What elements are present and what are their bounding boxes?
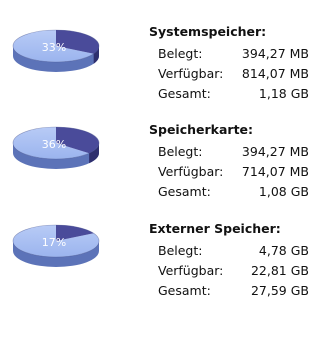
storage-block-sdcard: 36% Speicherkarte: Belegt: 394,27 MB Ver… [0, 117, 335, 217]
info-row-total: Gesamt: 1,08 GB [149, 182, 329, 202]
info-row-total: Gesamt: 1,18 GB [149, 84, 329, 104]
pie-percent-label: 36% [42, 138, 66, 151]
info-value: 814,07 MB [241, 66, 309, 81]
info-label: Belegt: [158, 46, 203, 61]
pie-percent-label: 33% [42, 41, 66, 54]
storage-info-external: Externer Speicher: Belegt: 4,78 GB Verfü… [149, 222, 329, 301]
info-label: Belegt: [158, 144, 203, 159]
info-row-available: Verfügbar: 814,07 MB [149, 64, 329, 84]
info-label: Verfügbar: [158, 66, 224, 81]
info-value: 22,81 GB [250, 263, 309, 278]
info-row-available: Verfügbar: 22,81 GB [149, 261, 329, 281]
storage-block-system: 33% Systemspeicher: Belegt: 394,27 MB Ve… [0, 20, 335, 120]
info-value: 394,27 MB [241, 144, 309, 159]
info-row-used: Belegt: 394,27 MB [149, 142, 329, 162]
info-value: 4,78 GB [258, 243, 309, 258]
storage-title: Speicherkarte: [149, 122, 254, 137]
pie-chart-external: 17% [12, 224, 100, 267]
info-value: 1,08 GB [258, 184, 309, 199]
info-label: Gesamt: [158, 184, 211, 199]
info-label: Belegt: [158, 243, 203, 258]
info-value: 714,07 MB [241, 164, 309, 179]
storage-title: Systemspeicher: [149, 24, 267, 39]
info-label: Gesamt: [158, 86, 211, 101]
info-value: 1,18 GB [258, 86, 309, 101]
info-value: 27,59 GB [250, 283, 309, 298]
info-value: 394,27 MB [241, 46, 309, 61]
info-label: Verfügbar: [158, 263, 224, 278]
storage-block-external: 17% Externer Speicher: Belegt: 4,78 GB V… [0, 215, 335, 315]
storage-info-sdcard: Speicherkarte: Belegt: 394,27 MB Verfügb… [149, 123, 329, 202]
info-row-total: Gesamt: 27,59 GB [149, 281, 329, 301]
pie-chart-system: 33% [12, 29, 100, 72]
info-row-used: Belegt: 4,78 GB [149, 241, 329, 261]
storage-info-system: Systemspeicher: Belegt: 394,27 MB Verfüg… [149, 25, 329, 104]
info-row-available: Verfügbar: 714,07 MB [149, 162, 329, 182]
info-label: Gesamt: [158, 283, 211, 298]
pie-chart-sdcard: 36% [12, 126, 100, 169]
info-label: Verfügbar: [158, 164, 224, 179]
storage-title: Externer Speicher: [149, 221, 281, 236]
pie-percent-label: 17% [42, 236, 66, 249]
info-row-used: Belegt: 394,27 MB [149, 44, 329, 64]
